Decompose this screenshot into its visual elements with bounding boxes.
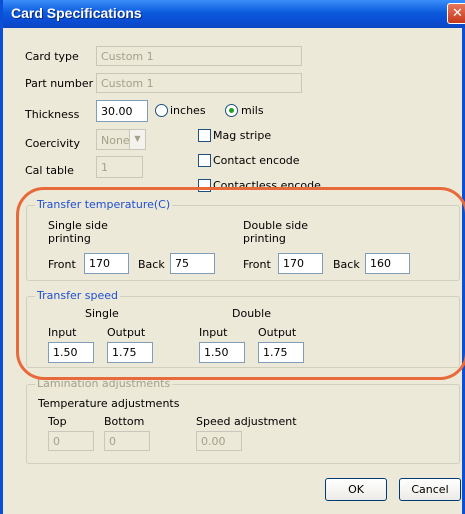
lamination-title: Lamination adjustments (35, 377, 173, 390)
lamination-bottom-input[interactable]: 0 (104, 431, 150, 451)
mag-stripe-checkbox[interactable] (198, 129, 211, 142)
double-front-input[interactable]: 170 (278, 253, 323, 274)
double-input-label: Input (199, 326, 228, 339)
speed-double-label: Double (232, 307, 271, 320)
single-front-label: Front (48, 258, 76, 271)
coercivity-label: Coercivity (25, 137, 80, 150)
card-type-label: Card type (25, 50, 79, 63)
title-bar[interactable]: Card Specifications ✕ (3, 0, 465, 28)
bottom-label: Bottom (104, 415, 145, 428)
double-side-label-line1: Double side (243, 219, 309, 232)
speed-single-label: Single (85, 307, 119, 320)
cal-table-label: Cal table (25, 164, 74, 177)
double-output-label: Output (258, 326, 297, 339)
coercivity-select[interactable]: None ▼ (96, 129, 146, 150)
double-back-input[interactable]: 160 (365, 253, 410, 274)
transfer-temperature-title: Transfer temperature(C) (35, 198, 173, 211)
card-type-field[interactable]: Custom 1 (96, 46, 302, 66)
double-side-label-line2: printing (243, 232, 286, 245)
contact-encode-checkbox[interactable] (198, 154, 211, 167)
thickness-input[interactable]: 30.00 (96, 100, 148, 122)
double-speed-input[interactable]: 1.50 (199, 342, 245, 363)
mils-radio[interactable] (225, 104, 238, 117)
ok-button[interactable]: OK (325, 478, 387, 501)
double-back-label: Back (333, 258, 360, 271)
single-side-label-line2: printing (48, 232, 91, 245)
chevron-down-icon: ▼ (129, 130, 145, 149)
top-label: Top (48, 415, 67, 428)
contactless-encode-checkbox[interactable] (198, 179, 211, 192)
temperature-adjustments-label: Temperature adjustments (38, 397, 180, 410)
thickness-label: Thickness (25, 108, 80, 121)
single-input-label: Input (48, 326, 77, 339)
part-number-label: Part number (25, 77, 94, 90)
cancel-button[interactable]: Cancel (399, 478, 461, 501)
single-back-input[interactable]: 75 (170, 253, 215, 274)
contact-encode-label: Contact encode (213, 154, 300, 167)
coercivity-value: None (101, 134, 130, 147)
inches-radio[interactable] (155, 104, 168, 117)
single-speed-output[interactable]: 1.75 (107, 342, 153, 363)
transfer-speed-title: Transfer speed (35, 289, 120, 302)
mag-stripe-label: Mag stripe (213, 129, 272, 142)
single-side-label-line1: Single side (48, 219, 108, 232)
card-specifications-dialog: Card Specifications ✕ Card type Custom 1… (0, 0, 465, 514)
lamination-speed-input[interactable]: 0.00 (196, 431, 242, 451)
speed-adjustment-label: Speed adjustment (196, 415, 297, 428)
part-number-field[interactable]: Custom 1 (96, 73, 302, 93)
cal-table-field[interactable]: 1 (96, 156, 143, 178)
single-output-label: Output (107, 326, 146, 339)
double-front-label: Front (243, 258, 271, 271)
close-icon: ✕ (452, 6, 463, 21)
contactless-encode-label: Contactless encode (213, 179, 321, 192)
close-button[interactable]: ✕ (447, 3, 465, 24)
window-title: Card Specifications (11, 5, 142, 21)
single-back-label: Back (138, 258, 165, 271)
lamination-top-input[interactable]: 0 (48, 431, 94, 451)
mils-label: mils (241, 104, 264, 117)
double-speed-output[interactable]: 1.75 (258, 342, 304, 363)
single-front-input[interactable]: 170 (84, 253, 129, 274)
single-speed-input[interactable]: 1.50 (48, 342, 94, 363)
inches-label: inches (170, 104, 206, 117)
